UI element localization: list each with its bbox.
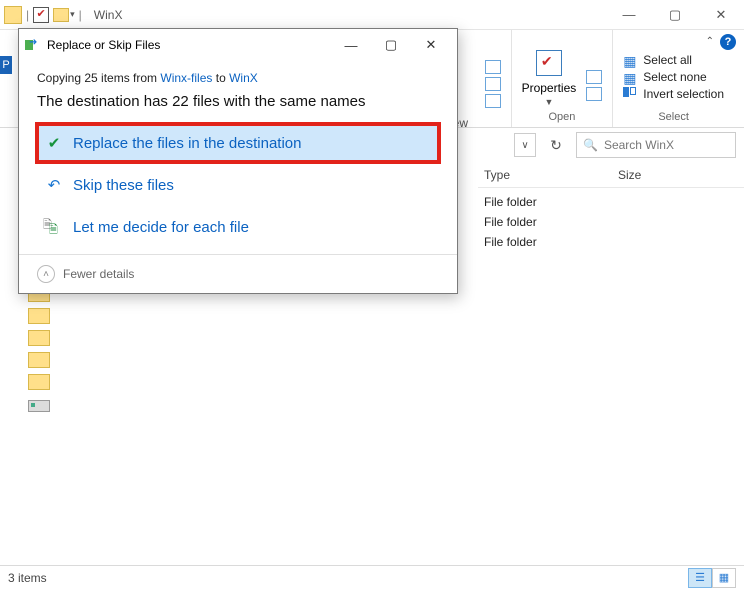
edit-button[interactable] — [586, 70, 602, 84]
dialog-close-button[interactable]: ✕ — [411, 30, 451, 60]
address-history-dropdown[interactable]: ∨ — [514, 133, 536, 157]
fewer-details-button[interactable]: Fewer details — [63, 267, 134, 281]
help-icon[interactable]: ? — [720, 34, 736, 50]
minimize-button[interactable]: — — [606, 0, 652, 30]
replace-or-skip-dialog: Replace or Skip Files — ▢ ✕ Copying 25 i… — [18, 28, 458, 294]
undo-icon: ↶ — [45, 176, 63, 194]
separator: | — [79, 8, 82, 22]
stub-icon[interactable] — [485, 77, 501, 91]
invert-selection-button[interactable]: Invert selection — [623, 87, 724, 101]
dialog-footer: ˄ Fewer details — [19, 254, 457, 293]
open-button[interactable] — [586, 53, 602, 67]
ribbon-group-label: Select — [658, 109, 689, 125]
check-icon: ✔ — [45, 134, 63, 152]
dialog-title-bar: Replace or Skip Files — ▢ ✕ — [19, 29, 457, 61]
skip-files-option[interactable]: ↶ Skip these files — [37, 166, 439, 204]
dialog-minimize-button[interactable]: — — [331, 30, 371, 60]
column-type[interactable]: Type — [478, 168, 618, 182]
column-size[interactable]: Size — [618, 168, 718, 182]
option-label: Let me decide for each file — [73, 219, 249, 236]
file-list: Type Size File folder File folder File f… — [478, 162, 744, 552]
status-bar: 3 items ☰ ▦ — [0, 565, 744, 589]
folder-icon[interactable] — [28, 330, 50, 346]
compare-files-icon — [45, 218, 63, 236]
column-headers[interactable]: Type Size — [478, 162, 744, 188]
dialog-maximize-button[interactable]: ▢ — [371, 30, 411, 60]
history-button[interactable] — [586, 87, 602, 101]
properties-label: Properties — [522, 81, 577, 95]
ribbon-group-label: Open — [548, 109, 575, 125]
list-item[interactable]: File folder — [478, 192, 744, 212]
search-icon — [583, 138, 598, 152]
dest-link[interactable]: WinX — [229, 71, 258, 85]
search-input[interactable]: Search WinX — [576, 132, 736, 158]
close-button[interactable]: ✕ — [698, 0, 744, 30]
option-label: Replace the files in the destination — [73, 135, 301, 152]
list-item[interactable]: File folder — [478, 232, 744, 252]
folder-icon[interactable] — [28, 374, 50, 390]
window-title: WinX — [94, 8, 123, 22]
ribbon-group-select: Select all Select none Invert selection … — [613, 30, 734, 127]
new-folder-qat-icon[interactable] — [53, 8, 69, 22]
select-none-button[interactable]: Select none — [623, 70, 724, 84]
quick-access-toolbar: | ✔ ▾ | — [0, 6, 86, 24]
status-text: 3 items — [8, 571, 47, 585]
folder-icon — [4, 6, 22, 24]
file-tab-sliver[interactable]: P — [0, 56, 12, 74]
decide-each-option[interactable]: Let me decide for each file — [37, 208, 439, 246]
maximize-button[interactable]: ▢ — [652, 0, 698, 30]
ribbon-collapse-icon[interactable]: ⌃ — [706, 36, 714, 47]
list-item[interactable]: File folder — [478, 212, 744, 232]
dialog-subtext: Copying 25 items from Winx-files to WinX — [37, 71, 439, 85]
details-view-button[interactable]: ☰ — [688, 568, 712, 588]
properties-qat-icon[interactable]: ✔ — [33, 7, 49, 23]
dialog-title: Replace or Skip Files — [47, 38, 160, 52]
refresh-button[interactable]: ↻ — [542, 133, 570, 157]
folder-icon[interactable] — [28, 308, 50, 324]
replace-files-option[interactable]: ✔ Replace the files in the destination — [37, 124, 439, 162]
search-placeholder: Search WinX — [604, 138, 674, 152]
qat-dropdown-icon[interactable]: ▾ — [70, 9, 75, 20]
ribbon-group-open: Properties ▼ Open — [512, 30, 614, 127]
stub-icon[interactable] — [485, 94, 501, 108]
chevron-up-icon[interactable]: ˄ — [37, 265, 55, 283]
title-bar: | ✔ ▾ | WinX — ▢ ✕ — [0, 0, 744, 30]
properties-icon — [533, 47, 565, 79]
properties-button[interactable]: Properties ▼ — [522, 47, 577, 107]
select-all-button[interactable]: Select all — [623, 53, 724, 67]
copy-icon — [25, 38, 41, 52]
dialog-heading: The destination has 22 files with the sa… — [37, 93, 439, 110]
icons-view-button[interactable]: ▦ — [712, 568, 736, 588]
option-label: Skip these files — [73, 177, 174, 194]
separator: | — [26, 8, 29, 22]
drive-icon[interactable] — [28, 400, 50, 412]
source-link[interactable]: Winx-files — [160, 71, 212, 85]
stub-icon[interactable] — [485, 60, 501, 74]
ribbon-group-stub: . — [475, 30, 512, 127]
dropdown-icon[interactable]: ▼ — [544, 97, 553, 107]
folder-icon[interactable] — [28, 352, 50, 368]
